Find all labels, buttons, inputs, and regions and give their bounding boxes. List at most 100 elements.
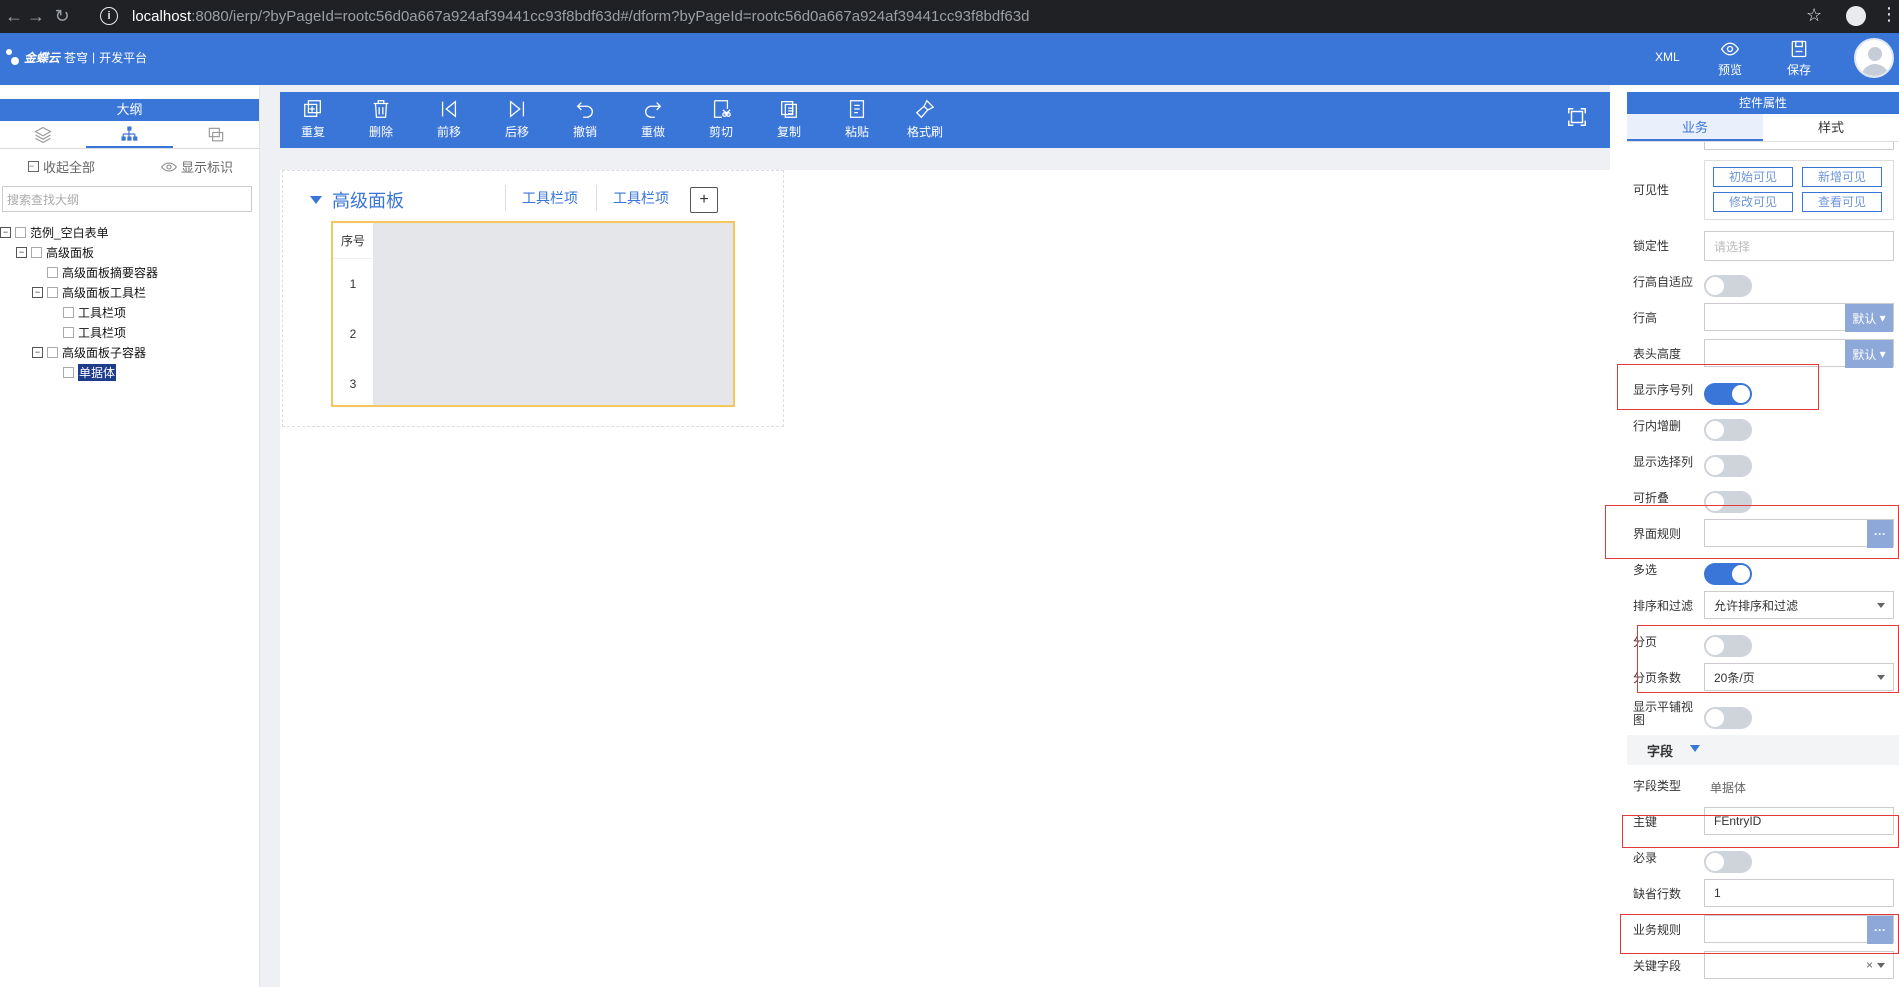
row-height-dropdown[interactable]: 默认 ▾ [1845, 304, 1893, 332]
delete-button[interactable]: 删除 [356, 98, 406, 140]
advanced-panel[interactable]: 高级面板 工具栏项 工具栏项 + 序号 1 2 3 [282, 170, 784, 427]
chevron-down-icon [1877, 963, 1885, 968]
clipped-field[interactable] [1704, 142, 1894, 150]
forward-icon[interactable]: → [22, 2, 50, 30]
cut-button[interactable]: 剪切 [696, 98, 746, 140]
tree-node[interactable]: − 高级面板 [0, 242, 259, 262]
default-rows-input[interactable]: 1 [1704, 879, 1894, 907]
outline-search-input[interactable]: 搜索查找大纲 [2, 186, 252, 212]
leaf-spacer [48, 367, 59, 378]
toolbar-label: 删除 [368, 125, 393, 139]
row-height-label: 行高 [1633, 310, 1658, 325]
copy-button[interactable]: 复制 [764, 98, 814, 140]
tree-node[interactable]: − 高级面板工具栏 [0, 282, 259, 302]
fullscreen-icon[interactable] [1566, 106, 1588, 128]
tile-view-switch[interactable] [1704, 707, 1752, 729]
collapse-toggle-icon[interactable]: − [16, 246, 27, 258]
site-info-icon[interactable]: i [100, 7, 118, 25]
inline-add-label: 行内增删 [1633, 418, 1682, 433]
collapse-toggle-icon[interactable]: − [0, 226, 11, 238]
outline-tabs [0, 121, 259, 149]
header-height-input[interactable]: 默认 ▾ [1704, 339, 1894, 368]
tree-checkbox[interactable] [47, 346, 58, 358]
toolbar-item-2[interactable]: 工具栏项 [596, 185, 685, 211]
move-forward-button[interactable]: 前移 [424, 98, 474, 140]
layers-tab[interactable] [0, 121, 86, 148]
duplicate-button[interactable]: 重复 [288, 98, 338, 140]
tree-tab[interactable] [86, 121, 173, 148]
tree-node[interactable]: 单据体 [0, 362, 259, 382]
vis-edit-button[interactable]: 修改可见 [1713, 192, 1793, 212]
vis-initial-button[interactable]: 初始可见 [1713, 167, 1793, 187]
move-back-button[interactable]: 后移 [492, 98, 542, 140]
browser-chrome: ← → ↻ i localhost:8080/ierp/?byPageId=ro… [0, 0, 1899, 33]
panel-title[interactable]: 高级面板 [310, 187, 404, 213]
address-bar[interactable]: i localhost:8080/ierp/?byPageId=rootc56d… [100, 3, 1840, 29]
sort-filter-row: 排序和过滤 允许排序和过滤 [1627, 591, 1899, 621]
avatar[interactable] [1854, 38, 1894, 78]
logo-platform: 开发平台 [99, 50, 148, 65]
field-section-header[interactable]: 字段 [1627, 735, 1899, 765]
paste-button[interactable]: 粘贴 [832, 98, 882, 140]
tree-checkbox[interactable] [47, 266, 58, 278]
row-height-input[interactable]: 默认 ▾ [1704, 303, 1894, 332]
browser-menu-icon[interactable]: ⋮ [1880, 4, 1898, 25]
show-select-switch[interactable] [1704, 455, 1752, 477]
components-tab[interactable] [173, 121, 259, 148]
tree-checkbox[interactable] [63, 326, 74, 338]
tree-checkbox[interactable] [63, 366, 74, 378]
properties-scroll[interactable]: 可见性 初始可见 新增可见 修改可见 查看可见 锁定性 请选择 行高自适应 行高… [1627, 142, 1899, 987]
bookmark-star-icon[interactable]: ☆ [1806, 5, 1822, 26]
entry-grid[interactable]: 序号 1 2 3 [331, 221, 735, 407]
toolbar-label: 剪切 [708, 125, 733, 139]
format-painter-button[interactable]: 格式刷 [900, 98, 950, 140]
inline-add-switch[interactable] [1704, 419, 1752, 441]
preview-button[interactable]: 预览 [1718, 39, 1742, 78]
tree-node[interactable]: 工具栏项 [0, 322, 259, 342]
tree-node[interactable]: − 高级面板子容器 [0, 342, 259, 362]
add-toolbar-item-button[interactable]: + [690, 187, 718, 213]
required-switch[interactable] [1704, 851, 1752, 873]
tree-checkbox[interactable] [15, 226, 26, 238]
tree-checkbox[interactable] [47, 286, 58, 298]
field-type-label: 字段类型 [1633, 778, 1682, 793]
tree-checkbox[interactable] [63, 306, 74, 318]
logo-divider: | [92, 50, 96, 64]
xml-button[interactable]: XML [1655, 50, 1680, 64]
lock-row: 锁定性 请选择 [1627, 231, 1899, 261]
section-caret-icon [1690, 745, 1700, 752]
annotation-box-pk [1622, 815, 1899, 848]
show-select-label: 显示选择列 [1633, 454, 1694, 469]
vis-view-button[interactable]: 查看可见 [1802, 192, 1882, 212]
tab-style[interactable]: 样式 [1763, 114, 1899, 141]
tree-node[interactable]: − 范例_空白表单 [0, 222, 259, 242]
row-auto-switch[interactable] [1704, 275, 1752, 297]
collapse-all-button[interactable]: − 收起全部 [28, 157, 95, 176]
save-button[interactable]: 保存 [1787, 39, 1811, 78]
tree-checkbox[interactable] [31, 246, 42, 258]
redo-button[interactable]: 重做 [628, 98, 678, 140]
row-auto-row: 行高自适应 [1627, 267, 1899, 297]
show-marks-button[interactable]: 显示标识 [161, 157, 233, 176]
collapse-toggle-icon[interactable]: − [32, 346, 43, 358]
toolbar-item-1[interactable]: 工具栏项 [505, 185, 594, 211]
vis-new-button[interactable]: 新增可见 [1802, 167, 1882, 187]
reload-icon[interactable]: ↻ [48, 2, 76, 30]
multi-switch[interactable] [1704, 563, 1752, 585]
collapse-toggle-icon[interactable]: − [32, 286, 43, 298]
lock-select[interactable]: 请选择 [1704, 231, 1894, 261]
splitter[interactable] [260, 85, 280, 987]
profile-icon[interactable] [1846, 6, 1866, 26]
undo-button[interactable]: 撤销 [560, 98, 610, 140]
tree-node-label: 单据体 [78, 363, 117, 381]
sort-filter-select[interactable]: 允许排序和过滤 [1704, 591, 1894, 619]
outline-title: 大纲 [0, 93, 259, 121]
chevron-down-icon [1877, 603, 1885, 608]
tree-node[interactable]: 工具栏项 [0, 302, 259, 322]
clear-icon[interactable]: × [1866, 958, 1873, 972]
tab-business[interactable]: 业务 [1627, 114, 1763, 141]
key-field-select[interactable]: × [1704, 951, 1894, 979]
tree-node[interactable]: 高级面板摘要容器 [0, 262, 259, 282]
toolbar-label: 前移 [436, 125, 461, 139]
header-height-dropdown[interactable]: 默认 ▾ [1845, 340, 1893, 368]
